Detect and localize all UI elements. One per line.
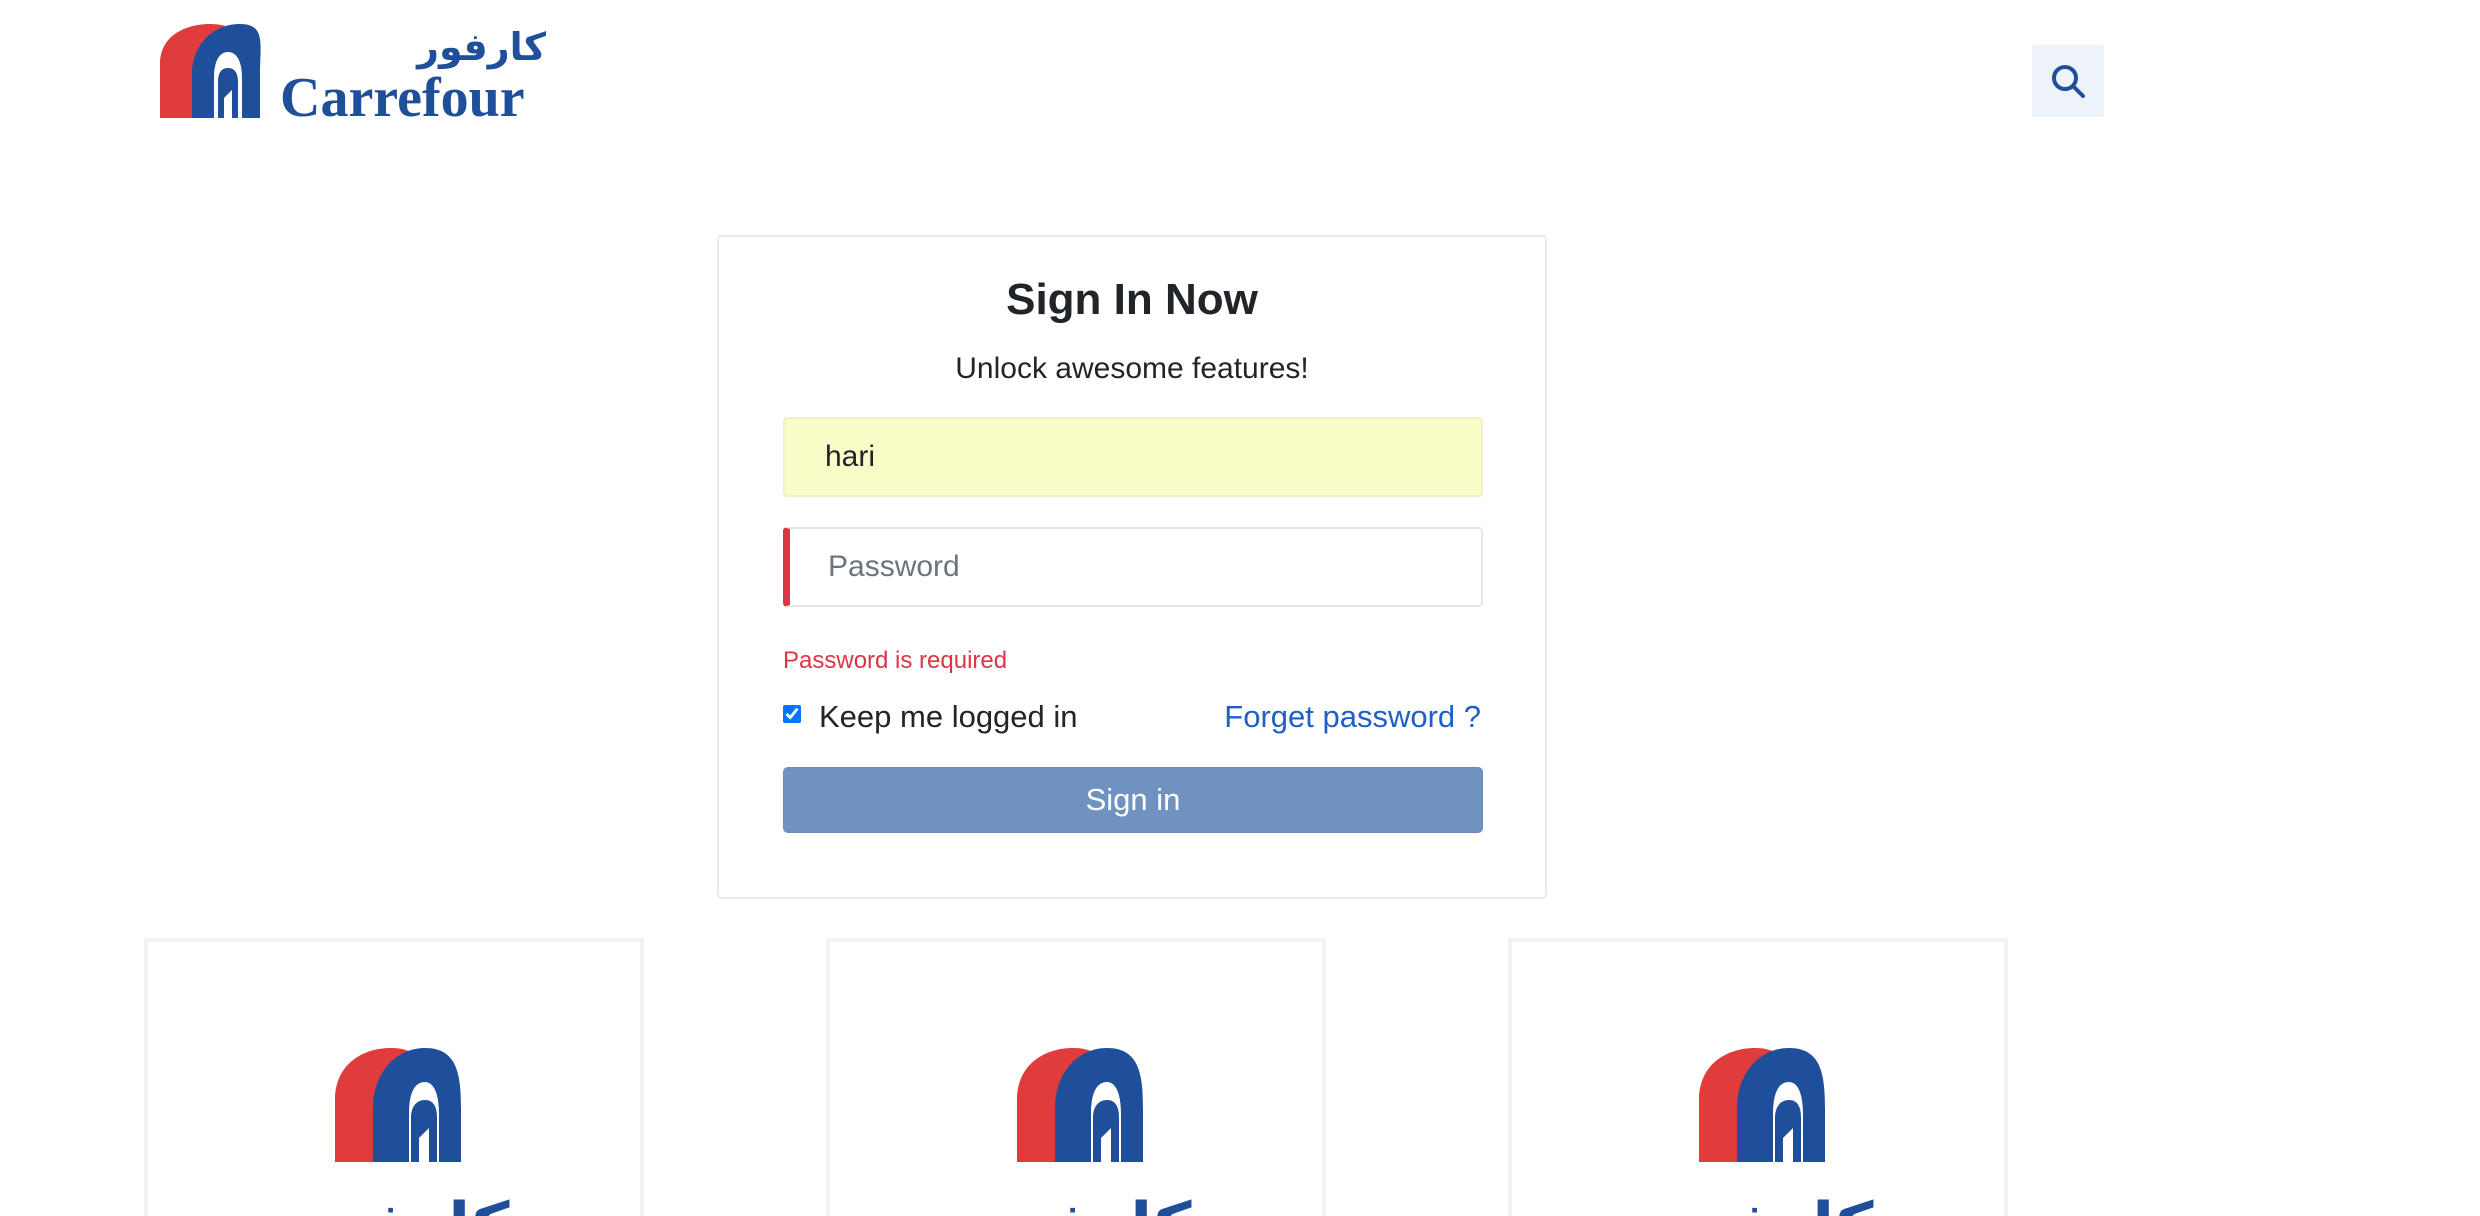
- username-input[interactable]: [783, 417, 1483, 497]
- svg-text:كارفور: كارفور: [415, 25, 547, 69]
- carrefour-arabic-wordmark: كارفور: [1654, 1192, 1875, 1216]
- svg-text:Carrefour: Carrefour: [280, 67, 525, 126]
- carrefour-logo: [1017, 1048, 1143, 1162]
- store-tile[interactable]: كارفور: [1508, 938, 2008, 1216]
- search-icon: [2052, 65, 2085, 98]
- signin-button[interactable]: Sign in: [783, 767, 1483, 833]
- remember-me-label: Keep me logged in: [819, 699, 1078, 734]
- remember-me-checkbox[interactable]: [783, 705, 801, 723]
- signin-title: Sign In Now: [1006, 275, 1258, 324]
- carrefour-logo: [335, 1048, 461, 1162]
- signin-card: Sign In Now Unlock awesome features! Pas…: [717, 235, 1547, 899]
- login-page: Carrefour كارفور Sign In Now Unlock awes…: [0, 0, 2480, 1216]
- store-tile[interactable]: كارفور: [144, 938, 644, 1216]
- carrefour-arabic-wordmark: كارفور: [972, 1192, 1193, 1216]
- carrefour-arabic-wordmark: كارفور: [290, 1192, 511, 1216]
- svg-text:كارفور: كارفور: [1654, 1192, 1875, 1216]
- store-tile[interactable]: كارفور: [826, 938, 1326, 1216]
- svg-text:كارفور: كارفور: [290, 1192, 511, 1216]
- carrefour-logo: [1699, 1048, 1825, 1162]
- svg-text:كارفور: كارفور: [972, 1192, 1193, 1216]
- remember-me[interactable]: Keep me logged in: [783, 699, 1078, 735]
- password-error-message: Password is required: [783, 647, 1008, 674]
- signin-subtitle: Unlock awesome features!: [955, 352, 1309, 385]
- carrefour-logo: Carrefour كارفور: [160, 24, 547, 126]
- password-input[interactable]: [783, 527, 1483, 607]
- forgot-password-link[interactable]: Forget password ?: [1224, 699, 1481, 735]
- search-button[interactable]: [2032, 45, 2104, 117]
